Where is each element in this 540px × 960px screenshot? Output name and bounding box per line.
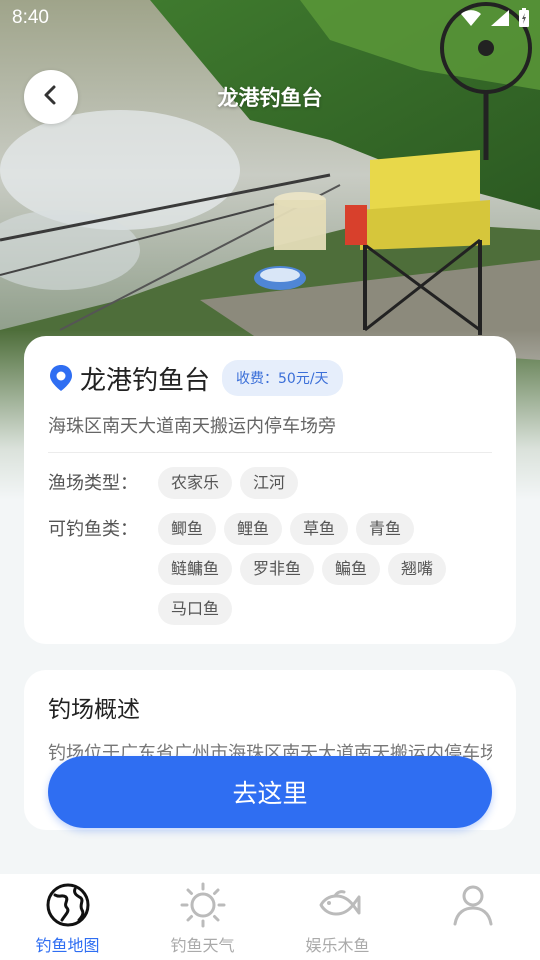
- go-here-button[interactable]: 去这里: [48, 756, 492, 828]
- status-time: 8:40: [12, 7, 49, 28]
- globe-icon: [45, 882, 91, 928]
- location-pin-icon: [48, 364, 74, 392]
- status-bar: 8:40: [0, 0, 540, 36]
- tag: 青鱼: [356, 513, 415, 545]
- tag: 鲢鳙鱼: [158, 553, 233, 585]
- fish-icon: [315, 882, 361, 928]
- tab-label: 钓鱼天气: [170, 936, 235, 955]
- wifi-icon: [460, 9, 482, 27]
- battery-icon: [518, 8, 530, 28]
- spot-info-card: 龙港钓鱼台 收费：50元/天 海珠区南天大道南天搬运内停车场旁 渔场类型： 农家…: [24, 336, 516, 644]
- tag-list: 农家乐 江河: [158, 467, 478, 499]
- tab-wooden-fish[interactable]: 娱乐木鱼: [270, 874, 405, 960]
- attribute-label: 渔场类型：: [48, 473, 138, 494]
- tag: 翘嘴: [388, 553, 447, 585]
- spot-name: 龙港钓鱼台: [80, 365, 211, 396]
- tab-fishing-map[interactable]: 钓鱼地图: [0, 874, 135, 960]
- tag: 鲤鱼: [224, 513, 283, 545]
- tag: 鳊鱼: [322, 553, 381, 585]
- tag: 草鱼: [290, 513, 349, 545]
- attribute-label: 可钓鱼类：: [48, 519, 138, 540]
- fee-badge: 收费：50元/天: [222, 360, 343, 396]
- tab-profile[interactable]: [405, 874, 540, 960]
- tab-label: 娱乐木鱼: [305, 936, 370, 955]
- signal-icon: [490, 9, 510, 27]
- tag: 农家乐: [158, 467, 233, 499]
- spot-address: 海珠区南天大道南天搬运内停车场旁: [48, 416, 336, 437]
- tag: 鲫鱼: [158, 513, 217, 545]
- attribute-row-fish-species: 可钓鱼类： 鲫鱼 鲤鱼 草鱼 青鱼 鲢鳙鱼 罗非鱼 鳊鱼 翘嘴 马口鱼: [48, 513, 492, 625]
- tag: 马口鱼: [158, 593, 233, 625]
- spot-header: 龙港钓鱼台 收费：50元/天: [48, 358, 492, 398]
- tag: 罗非鱼: [240, 553, 315, 585]
- attribute-row-venue-type: 渔场类型： 农家乐 江河: [48, 467, 492, 499]
- overview-title: 钓场概述: [48, 697, 140, 723]
- tab-label: 钓鱼地图: [35, 936, 100, 955]
- divider: [48, 452, 492, 453]
- status-icons: [460, 8, 530, 28]
- user-icon: [450, 882, 496, 928]
- tab-fishing-weather[interactable]: 钓鱼天气: [135, 874, 270, 960]
- tab-bar: 钓鱼地图 钓鱼天气 娱乐木鱼: [0, 874, 540, 960]
- sun-icon: [180, 882, 226, 928]
- page-title: 龙港钓鱼台: [217, 86, 323, 110]
- tag-list: 鲫鱼 鲤鱼 草鱼 青鱼 鲢鳙鱼 罗非鱼 鳊鱼 翘嘴 马口鱼: [158, 513, 478, 625]
- tag: 江河: [240, 467, 299, 499]
